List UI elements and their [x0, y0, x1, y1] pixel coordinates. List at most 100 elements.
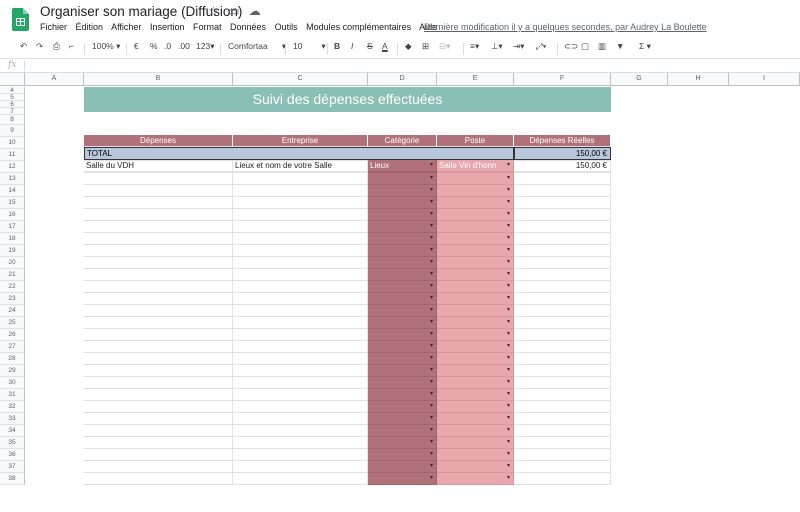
- row-header[interactable]: 29: [0, 365, 25, 377]
- column-header-h[interactable]: H: [668, 73, 729, 86]
- dropdown-icon[interactable]: ▾: [430, 449, 433, 460]
- row-header[interactable]: 4: [0, 87, 25, 94]
- row-header[interactable]: 30: [0, 377, 25, 389]
- dropdown-icon[interactable]: ▾: [507, 149, 510, 160]
- empty-cell[interactable]: [84, 233, 233, 245]
- strikethrough-button[interactable]: S: [367, 41, 373, 51]
- row-header[interactable]: 12: [0, 161, 25, 173]
- empty-cell[interactable]: [514, 257, 611, 269]
- empty-cell[interactable]: [233, 389, 368, 401]
- row-header[interactable]: 35: [0, 437, 25, 449]
- categorie-cell[interactable]: ▾: [368, 401, 437, 413]
- empty-cell[interactable]: [84, 365, 233, 377]
- dropdown-icon[interactable]: ▾: [430, 413, 433, 424]
- dropdown-icon[interactable]: ▾: [507, 305, 510, 316]
- poste-cell[interactable]: ▾: [437, 209, 514, 221]
- italic-button[interactable]: I: [351, 41, 353, 51]
- dropdown-icon[interactable]: ▾: [430, 353, 433, 364]
- poste-cell[interactable]: ▾: [437, 257, 514, 269]
- dropdown-icon[interactable]: ▾: [430, 305, 433, 316]
- column-header-d[interactable]: D: [368, 73, 437, 86]
- menu-outils[interactable]: Outils: [275, 22, 298, 32]
- dropdown-icon[interactable]: ▾: [430, 257, 433, 268]
- font-select[interactable]: Comfortaa ▾: [228, 41, 286, 52]
- empty-cell[interactable]: [514, 269, 611, 281]
- categorie-cell[interactable]: ▾: [368, 173, 437, 185]
- dropdown-icon[interactable]: ▾: [430, 389, 433, 400]
- wrap-icon[interactable]: ⇥▾: [513, 41, 524, 52]
- dropdown-icon[interactable]: ▾: [507, 413, 510, 424]
- dropdown-icon[interactable]: ▾: [507, 425, 510, 436]
- poste-cell[interactable]: ▾: [437, 425, 514, 437]
- categorie-cell[interactable]: ▾: [368, 389, 437, 401]
- dropdown-icon[interactable]: ▾: [507, 449, 510, 460]
- percent-format-button[interactable]: %: [150, 41, 158, 51]
- row-header[interactable]: 9: [0, 125, 25, 137]
- empty-cell[interactable]: [233, 317, 368, 329]
- empty-cell[interactable]: [84, 473, 233, 485]
- categorie-cell[interactable]: ▾: [368, 329, 437, 341]
- dropdown-icon[interactable]: ▾: [430, 341, 433, 352]
- empty-cell[interactable]: [514, 473, 611, 485]
- sheets-logo-icon[interactable]: [12, 8, 29, 31]
- dropdown-icon[interactable]: ▾: [507, 401, 510, 412]
- empty-cell[interactable]: [514, 185, 611, 197]
- dropdown-icon[interactable]: ▾: [507, 365, 510, 376]
- poste-cell[interactable]: ▾: [437, 437, 514, 449]
- poste-cell[interactable]: ▾: [437, 461, 514, 473]
- categorie-cell[interactable]: ▾: [368, 305, 437, 317]
- row-header[interactable]: 16: [0, 209, 25, 221]
- empty-cell[interactable]: [514, 341, 611, 353]
- empty-cell[interactable]: [514, 149, 611, 161]
- empty-cell[interactable]: [84, 353, 233, 365]
- categorie-cell[interactable]: ▾: [368, 449, 437, 461]
- row-header[interactable]: 10: [0, 137, 25, 149]
- empty-cell[interactable]: [233, 245, 368, 257]
- menu-format[interactable]: Format: [193, 22, 222, 32]
- row-header[interactable]: 28: [0, 353, 25, 365]
- dropdown-icon[interactable]: ▾: [507, 257, 510, 268]
- empty-cell[interactable]: [514, 401, 611, 413]
- row-header[interactable]: 21: [0, 269, 25, 281]
- poste-cell[interactable]: ▾: [437, 449, 514, 461]
- dropdown-icon[interactable]: ▾: [507, 389, 510, 400]
- star-icon[interactable]: ☆: [208, 4, 219, 18]
- poste-cell[interactable]: ▾: [437, 401, 514, 413]
- empty-cell[interactable]: [514, 173, 611, 185]
- formula-input[interactable]: [30, 60, 790, 72]
- empty-cell[interactable]: [233, 281, 368, 293]
- dropdown-icon[interactable]: ▾: [430, 161, 433, 172]
- paint-format-icon[interactable]: ⌐: [69, 41, 74, 51]
- poste-cell[interactable]: ▾: [437, 377, 514, 389]
- empty-cell[interactable]: [233, 365, 368, 377]
- empty-cell[interactable]: [84, 173, 233, 185]
- comment-icon[interactable]: ▢: [581, 41, 589, 52]
- empty-cell[interactable]: [84, 293, 233, 305]
- cloud-icon[interactable]: ☁: [249, 4, 261, 18]
- valign-icon[interactable]: ⊥▾: [491, 41, 503, 52]
- categorie-cell[interactable]: ▾: [368, 257, 437, 269]
- dropdown-icon[interactable]: ▾: [507, 461, 510, 472]
- empty-cell[interactable]: [84, 305, 233, 317]
- empty-cell[interactable]: [514, 353, 611, 365]
- dropdown-icon[interactable]: ▾: [430, 173, 433, 184]
- row-header[interactable]: 6: [0, 101, 25, 108]
- empty-cell[interactable]: [514, 461, 611, 473]
- link-icon[interactable]: ⊂⊃: [564, 41, 578, 52]
- dropdown-icon[interactable]: ▾: [430, 185, 433, 196]
- categorie-cell[interactable]: ▾: [368, 425, 437, 437]
- dropdown-icon[interactable]: ▾: [430, 401, 433, 412]
- poste-cell[interactable]: ▾: [437, 233, 514, 245]
- empty-cell[interactable]: [514, 365, 611, 377]
- categorie-cell[interactable]: ▾: [368, 233, 437, 245]
- categorie-cell[interactable]: ▾: [368, 269, 437, 281]
- empty-cell[interactable]: [514, 161, 611, 173]
- dropdown-icon[interactable]: ▾: [430, 149, 433, 160]
- categorie-cell[interactable]: ▾: [368, 293, 437, 305]
- bold-button[interactable]: B: [334, 41, 340, 51]
- functions-button[interactable]: Σ ▾: [639, 41, 651, 52]
- dropdown-icon[interactable]: ▾: [430, 221, 433, 232]
- empty-cell[interactable]: [84, 425, 233, 437]
- empty-cell[interactable]: [233, 233, 368, 245]
- column-header-a[interactable]: A: [25, 73, 84, 86]
